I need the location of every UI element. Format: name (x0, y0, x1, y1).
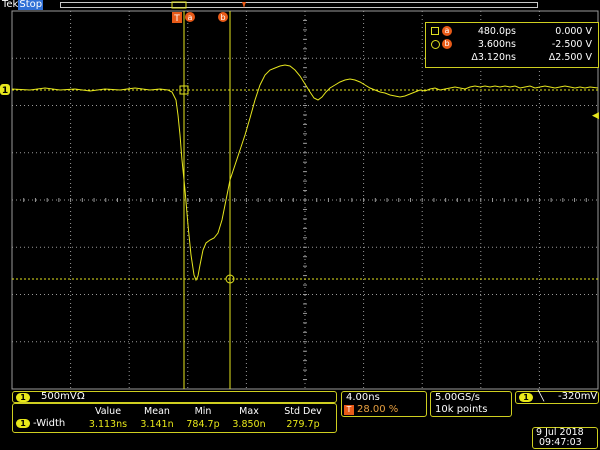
cursor-a-volt: 0.000 V (555, 26, 592, 37)
svg-text:a: a (188, 13, 193, 22)
square-icon (431, 27, 439, 35)
meas-header-min: Min (194, 406, 212, 417)
trigger-settings[interactable]: 1 ╲ -320mV (515, 391, 599, 404)
horizontal-scale: 4.00ns (346, 392, 380, 403)
meas-stddev: 279.7p (286, 419, 320, 430)
cursor-a-time: 480.0ps (477, 26, 516, 37)
channel-1-settings[interactable]: 1 500mV Ω (12, 391, 337, 403)
record-trigger-marker (242, 2, 246, 8)
cursor-b-volt: -2.500 V (551, 39, 592, 50)
channel-1-coupling: Ω (77, 391, 85, 402)
svg-text:1: 1 (2, 86, 8, 96)
trigger-position-icon: T (344, 405, 354, 415)
channel-1-scale: 500mV (41, 391, 77, 402)
trigger-position-value: 28.00 % (357, 404, 399, 415)
date-time-display: 9 Jul 2018 09:47:03 (532, 427, 598, 449)
measurement-channel-badge: 1 (16, 419, 30, 428)
svg-text:b: b (220, 13, 225, 22)
trigger-position-marker[interactable]: T (172, 12, 182, 24)
cursor-a-readout-row: a 480.0ps 0.000 V (426, 25, 598, 38)
meas-min: 784.7p (186, 419, 220, 430)
cursor-a-top-label[interactable]: a (185, 12, 195, 22)
svg-text:T: T (173, 14, 180, 24)
meas-header-stddev: Std Dev (284, 406, 322, 417)
time-value: 09:47:03 (539, 437, 582, 448)
trigger-level: -320mV (558, 391, 598, 402)
record-length: 10k points (435, 404, 488, 415)
bottom-info-bar: 1 500mV Ω 1 -Width Value Mean Min Max St… (0, 390, 600, 450)
trigger-slope-icon: ╲ (538, 391, 545, 402)
meas-mean: 3.141n (140, 419, 174, 430)
meas-max: 3.850n (232, 419, 266, 430)
cursor-b-badge: b (442, 39, 452, 49)
measurement-name: -Width (33, 418, 66, 429)
trigger-source-badge: 1 (519, 393, 533, 402)
meas-header-value: Value (94, 406, 122, 417)
trigger-level-marker[interactable]: ◀ (592, 111, 599, 121)
cursor-readout-panel: a 480.0ps 0.000 V b 3.600ns -2.500 V Δ3.… (425, 22, 599, 68)
sample-rate: 5.00GS/s (435, 392, 480, 403)
cursor-b-readout-row: b 3.600ns -2.500 V (426, 38, 598, 51)
cursor-b-time: 3.600ns (477, 39, 516, 50)
meas-header-mean: Mean (144, 406, 170, 417)
cursor-b-top-label[interactable]: b (218, 12, 228, 22)
cursor-delta-readout-row: Δ3.120ns Δ2.500 V (426, 51, 598, 64)
cursor-a-badge: a (442, 26, 452, 36)
meas-value: 3.113ns (88, 419, 128, 430)
channel-1-badge: 1 (16, 393, 30, 402)
record-window-marker (171, 1, 187, 9)
channel-1-offset-marker[interactable]: 1 (0, 84, 10, 96)
cursor-delta-volt: Δ2.500 V (548, 52, 592, 63)
horizontal-settings[interactable]: 4.00ns T 28.00 % (341, 391, 427, 417)
measurement-panel[interactable]: 1 -Width Value Mean Min Max Std Dev 3.11… (12, 403, 337, 433)
meas-header-max: Max (239, 406, 259, 417)
acquisition-settings[interactable]: 5.00GS/s 10k points (430, 391, 512, 417)
circle-icon (431, 40, 440, 49)
cursor-delta-time: Δ3.120ns (471, 52, 516, 63)
